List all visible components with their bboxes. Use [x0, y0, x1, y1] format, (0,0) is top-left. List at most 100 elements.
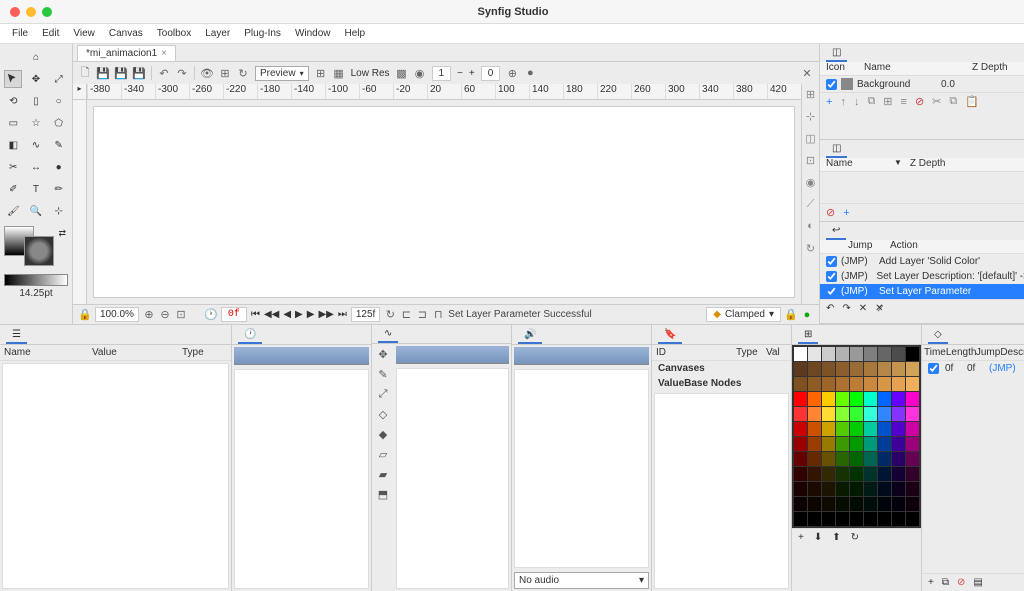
library-canvases[interactable]: Canvases	[652, 361, 791, 376]
checker-icon[interactable]: ▩	[396, 67, 408, 79]
curve-interp4-icon[interactable]: ▰	[376, 468, 390, 482]
palette-swatch[interactable]	[878, 377, 891, 391]
palette-swatch[interactable]	[864, 347, 877, 361]
new-file-icon[interactable]: 🗋	[79, 67, 91, 79]
close-window-icon[interactable]	[10, 7, 20, 17]
polygon-tool[interactable]: ⬠	[50, 114, 68, 132]
duplicate-layer-icon[interactable]: ⧉	[867, 95, 875, 108]
palette-swatch[interactable]	[808, 452, 821, 466]
palette-swatch[interactable]	[850, 422, 863, 436]
zoom-tool[interactable]: 🔍	[27, 202, 45, 220]
params-tab-icon[interactable]: ☰	[6, 327, 27, 344]
copy-layer-icon[interactable]: ⧉	[949, 95, 957, 108]
loop-icon[interactable]: ↻	[384, 309, 396, 321]
palette-swatch[interactable]	[878, 422, 891, 436]
lock-icon[interactable]: 🔒	[79, 309, 91, 321]
palette-swatch[interactable]	[850, 392, 863, 406]
spline-tool[interactable]: ∿	[27, 136, 45, 154]
pal-default-icon[interactable]: ↻	[851, 532, 859, 543]
save-as-icon[interactable]: 💾	[115, 67, 127, 79]
palette-swatch[interactable]	[878, 392, 891, 406]
layer-visible-checkbox[interactable]	[826, 79, 837, 90]
palette-swatch[interactable]	[794, 482, 807, 496]
scale-tool[interactable]: ⤢	[50, 70, 68, 88]
palette-swatch[interactable]	[808, 362, 821, 376]
palette-swatch[interactable]	[808, 437, 821, 451]
palette-swatch[interactable]	[808, 422, 821, 436]
history-row[interactable]: (JMP) Add Layer 'Solid Color'	[820, 254, 1024, 269]
keyframe-active-checkbox[interactable]	[928, 363, 939, 374]
end-time[interactable]: 125f	[351, 307, 380, 322]
timetrack-tab-icon[interactable]: 🕐	[238, 327, 262, 344]
menu-plugins[interactable]: Plug-Ins	[238, 26, 287, 41]
seek-next-kf-icon[interactable]: ▶▶	[318, 309, 333, 320]
curve-interp5-icon[interactable]: ⬒	[376, 488, 390, 502]
rotate-tool[interactable]: ⟲	[4, 92, 22, 110]
palette-swatch[interactable]	[808, 467, 821, 481]
duck-mask-icon[interactable]: ⊡	[804, 154, 818, 168]
transform-tool[interactable]	[4, 70, 22, 88]
curves-tab-icon[interactable]: ∿	[378, 326, 398, 343]
handle-tan-icon[interactable]: ⟋	[804, 198, 818, 212]
clear-redo-icon[interactable]: ✕̷	[875, 303, 883, 314]
palette-swatch[interactable]	[836, 497, 849, 511]
pal-load-icon[interactable]: ⬆	[832, 532, 840, 543]
palette-swatch[interactable]	[892, 407, 905, 421]
palette-swatch[interactable]	[850, 467, 863, 481]
zoom-window-icon[interactable]	[42, 7, 52, 17]
color-swatches[interactable]: ⇄	[4, 226, 68, 262]
animate-toggle-icon[interactable]: ●	[801, 309, 813, 321]
palette-swatch[interactable]	[892, 377, 905, 391]
delete-layer-icon[interactable]: ≡	[901, 96, 907, 108]
palette-swatch[interactable]	[822, 482, 835, 496]
timetrack-ruler[interactable]	[234, 347, 369, 365]
palette-swatch[interactable]	[906, 437, 919, 451]
curve-interp3-icon[interactable]: ▱	[376, 448, 390, 462]
handle-pos-icon[interactable]: ◉	[804, 176, 818, 190]
palette-swatch[interactable]	[808, 512, 821, 526]
menu-help[interactable]: Help	[339, 26, 372, 41]
palette-swatch[interactable]	[892, 482, 905, 496]
seek-prev-kf-icon[interactable]: ◀◀	[264, 309, 279, 320]
group-layer-icon[interactable]: ⊞	[883, 95, 892, 108]
keyframe-tab-icon[interactable]: ◇	[928, 327, 948, 344]
groups-tab-icon[interactable]: ◫	[826, 141, 847, 158]
guides-icon[interactable]: ⊹	[804, 110, 818, 124]
palette-swatch[interactable]	[808, 392, 821, 406]
history-tab-icon[interactable]: ↩	[826, 223, 846, 240]
grid-icon[interactable]: ⊞	[315, 67, 327, 79]
palette-swatch[interactable]	[794, 377, 807, 391]
current-time[interactable]: 0f	[221, 307, 247, 322]
palette-swatch[interactable]	[850, 497, 863, 511]
palette-swatch[interactable]	[878, 467, 891, 481]
palette-swatch[interactable]	[906, 452, 919, 466]
menu-edit[interactable]: Edit	[36, 26, 65, 41]
menu-canvas[interactable]: Canvas	[103, 26, 149, 41]
swap-colors-icon[interactable]: ⇄	[58, 228, 66, 239]
palette-swatch[interactable]	[794, 347, 807, 361]
palette-swatch[interactable]	[808, 497, 821, 511]
palette-swatch[interactable]	[878, 482, 891, 496]
palette-swatch[interactable]	[794, 467, 807, 481]
palette-swatch[interactable]	[906, 392, 919, 406]
palette-swatch[interactable]	[864, 467, 877, 481]
palette-swatch[interactable]	[808, 407, 821, 421]
fill-tool[interactable]: ●	[50, 158, 68, 176]
handle-angle-icon[interactable]: ↻	[804, 242, 818, 256]
palette-swatch[interactable]	[850, 437, 863, 451]
add-group-icon[interactable]: +	[843, 207, 849, 219]
time-icon[interactable]: 🕐	[205, 309, 217, 321]
rectangle-tool[interactable]: ▭	[4, 114, 22, 132]
grid-toggle-icon[interactable]: ⊞	[804, 88, 818, 102]
curve-move-icon[interactable]: ✥	[376, 348, 390, 362]
bounds-icon[interactable]: ⊓	[432, 309, 444, 321]
palette-swatch[interactable]	[836, 362, 849, 376]
palette-swatch[interactable]	[850, 482, 863, 496]
refresh-icon[interactable]: ↻	[237, 67, 249, 79]
paste-layer-icon[interactable]: 📋	[965, 95, 979, 108]
palette-swatch[interactable]	[878, 512, 891, 526]
palette-swatch[interactable]	[878, 497, 891, 511]
sound-tab-icon[interactable]: 🔊	[518, 327, 542, 344]
fill-color[interactable]	[24, 236, 54, 266]
palette-swatch[interactable]	[906, 467, 919, 481]
